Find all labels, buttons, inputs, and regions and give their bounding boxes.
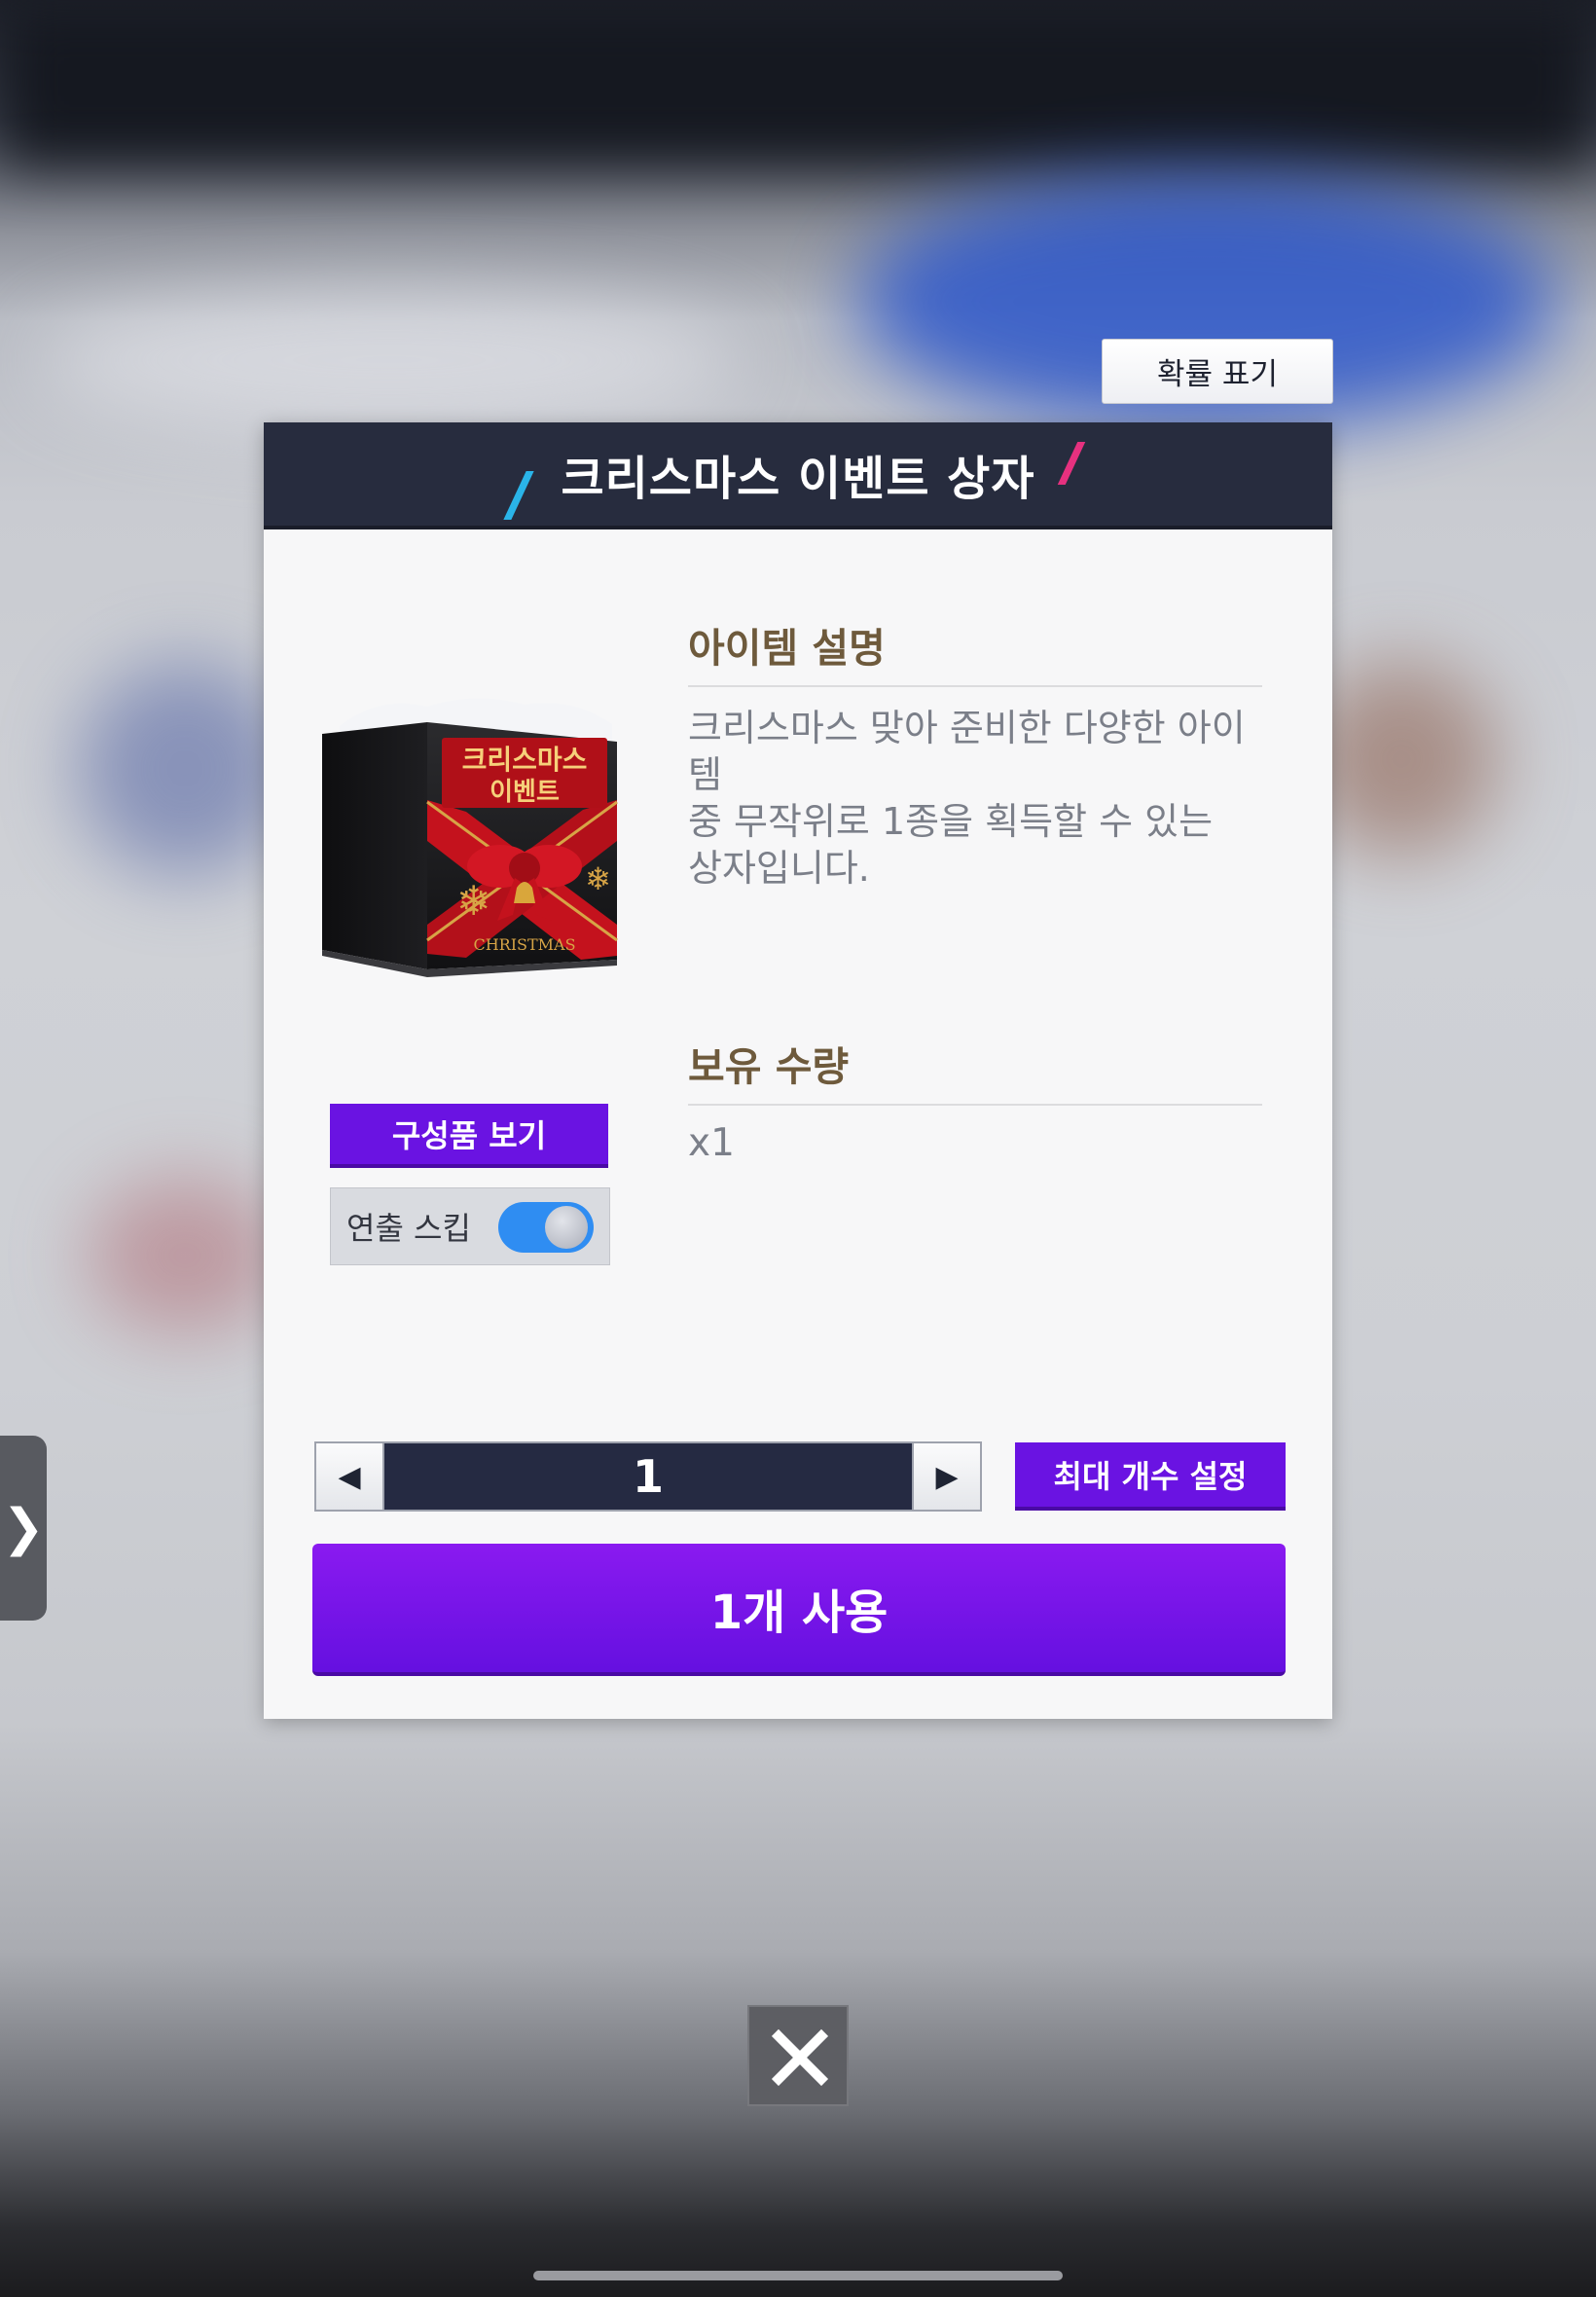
close-icon [771, 2028, 829, 2087]
view-components-button[interactable]: 구성품 보기 [330, 1104, 608, 1168]
background-blur-left-bottom [88, 1178, 282, 1333]
svg-text:❄: ❄ [456, 877, 490, 925]
background-dark-band [0, 0, 1596, 165]
side-drawer-handle[interactable]: ❯ [0, 1436, 47, 1621]
skip-animation-row: 연출 스킵 [330, 1187, 610, 1265]
background-blur-left-top [78, 662, 292, 876]
box-title-line2: 이벤트 [490, 778, 560, 807]
description-title: 아이템 설명 [688, 625, 886, 672]
owned-quantity-title: 보유 수량 [688, 1043, 850, 1090]
owned-quantity-divider [688, 1104, 1262, 1106]
set-max-quantity-button[interactable]: 최대 개수 설정 [1015, 1442, 1286, 1511]
stepper-value[interactable]: 1 [384, 1443, 912, 1510]
svg-text:❄: ❄ [585, 860, 611, 897]
quantity-stepper: ◀ 1 ▶ [314, 1441, 982, 1512]
close-button[interactable] [747, 2005, 849, 2106]
chevron-right-icon: ❯ [2, 1499, 45, 1557]
description-text: 크리스마스 맞아 준비한 다양한 아이템 중 무작위로 1종을 획득할 수 있는… [688, 705, 1272, 892]
probability-button[interactable]: 확률 표기 [1102, 339, 1333, 404]
description-divider [688, 685, 1262, 687]
dialog-title: 크리스마스 이벤트 상자 [561, 452, 1035, 506]
screen: ❯ 확률 표기 크리스마스 이벤트 상자 크리스마스 이벤트 ❄ ❄ CHRIS… [0, 0, 1596, 2297]
christmas-box-image: 크리스마스 이벤트 ❄ ❄ CHRISTMAS [322, 698, 618, 977]
background-blur-light [39, 292, 740, 428]
decrement-button[interactable]: ◀ [316, 1443, 384, 1510]
increment-button[interactable]: ▶ [912, 1443, 980, 1510]
triangle-right-icon: ▶ [935, 1459, 959, 1494]
skip-animation-label: 연출 스킵 [346, 1210, 471, 1247]
description-line: 중 무작위로 1종을 획득할 수 있는 [688, 800, 1214, 843]
box-title-line1: 크리스마스 [462, 744, 588, 776]
background-blur-right [1304, 662, 1499, 857]
use-item-button[interactable]: 1개 사용 [312, 1544, 1286, 1676]
skip-animation-toggle[interactable] [498, 1202, 594, 1253]
box-subtitle: CHRISTMAS [473, 935, 575, 954]
description-line: 크리스마스 맞아 준비한 다양한 아이템 [688, 707, 1246, 796]
description-line: 상자입니다. [688, 847, 870, 890]
item-use-dialog: 크리스마스 이벤트 상자 크리스마스 이벤트 ❄ ❄ CHRISTMAS 아이템… [264, 422, 1332, 1719]
dialog-header: 크리스마스 이벤트 상자 [264, 422, 1332, 529]
triangle-left-icon: ◀ [338, 1459, 361, 1494]
owned-quantity-value: x1 [688, 1121, 735, 1165]
home-indicator[interactable] [533, 2271, 1063, 2280]
toggle-knob [545, 1206, 588, 1249]
